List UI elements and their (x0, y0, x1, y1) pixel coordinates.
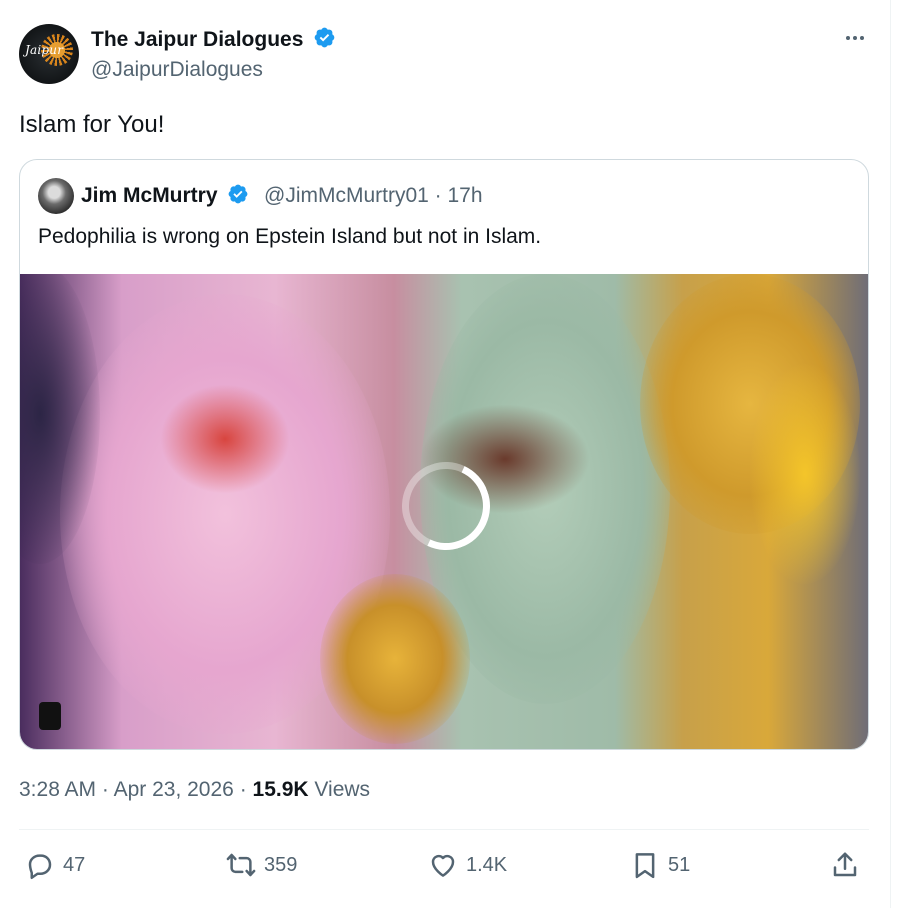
author-handle[interactable]: @JaipurDialogues (91, 57, 263, 83)
avatar-logo-text: Jaipur (25, 43, 64, 57)
verified-badge-icon (314, 27, 335, 48)
quoted-tweet-meta: @JimMcMurtry01 · 17h (264, 183, 483, 209)
quoted-tweet-age[interactable]: 17h (448, 184, 483, 207)
views-label: Views (314, 778, 371, 801)
bookmark-button[interactable]: 51 (630, 848, 690, 882)
bookmark-count: 51 (668, 853, 691, 876)
views-count: 15.9K (252, 778, 309, 801)
quoted-tweet-text: Pedophilia is wrong on Epstein Island bu… (38, 225, 542, 248)
media-badge-icon[interactable] (39, 702, 61, 730)
quoted-author-name-text[interactable]: Jim McMurtry (81, 184, 218, 207)
verified-badge-icon (228, 184, 248, 204)
media-gold-ornament (320, 574, 470, 744)
reply-icon (28, 854, 52, 879)
tweet-time[interactable]: 3:28 AM (19, 778, 96, 801)
bookmark-icon (635, 853, 655, 879)
reply-count: 47 (63, 853, 86, 876)
media-fabric-red (160, 384, 290, 494)
quoted-author-handle[interactable]: @JimMcMurtry01 (264, 184, 429, 207)
share-button[interactable] (830, 848, 860, 882)
quoted-author-display-name[interactable]: Jim McMurtry (81, 183, 249, 209)
quoted-author-avatar[interactable] (38, 178, 74, 214)
repost-count: 359 (264, 853, 298, 876)
repost-button[interactable]: 359 (226, 848, 297, 882)
meta-separator: · (239, 778, 253, 801)
like-count: 1.4K (466, 853, 508, 876)
action-bar-divider (19, 829, 869, 830)
quoted-tweet-media[interactable] (20, 274, 868, 749)
tweet-timestamp: 3:28 AM · Apr 23, 2026 · 15.9K Views (19, 777, 370, 803)
like-button[interactable]: 1.4K (428, 848, 507, 882)
tweet-text: Islam for You! (19, 111, 165, 138)
tweet-date[interactable]: Apr 23, 2026 (114, 778, 234, 801)
author-avatar[interactable]: Jaipur (19, 24, 79, 84)
share-icon (833, 852, 857, 877)
meta-separator: · (101, 778, 114, 801)
more-icon[interactable] (840, 28, 870, 48)
like-icon (431, 854, 455, 877)
media-yellow-cloth (750, 364, 860, 584)
repost-icon (226, 853, 256, 877)
author-name-text[interactable]: The Jaipur Dialogues (91, 28, 303, 51)
column-divider (890, 0, 891, 908)
quoted-tweet-card[interactable]: Jim McMurtry @JimMcMurtry01 · 17h Pedoph… (19, 159, 869, 750)
reply-button[interactable]: 47 (25, 848, 85, 882)
meta-separator: · (434, 184, 448, 207)
author-display-name[interactable]: The Jaipur Dialogues (91, 26, 336, 53)
